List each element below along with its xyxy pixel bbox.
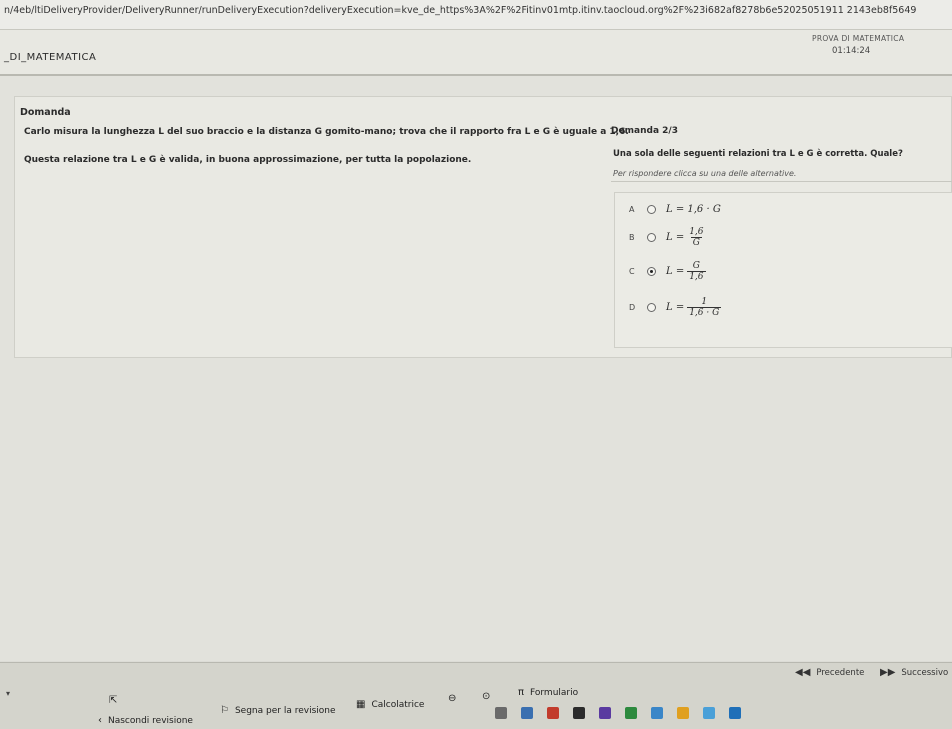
mark-review-button[interactable]: ⚐ Segna per la revisione xyxy=(220,705,336,716)
radio-button[interactable] xyxy=(647,204,656,214)
flag-icon: ⚐ xyxy=(220,705,229,716)
test-title: _DI_MATEMATICA xyxy=(4,52,97,63)
question-card: Domanda Carlo misura la lunghezza L del … xyxy=(14,96,952,358)
tray-app-icon[interactable] xyxy=(547,707,559,719)
denominator: G xyxy=(690,236,702,248)
url-text: n/4eb/ltiDeliveryProvider/DeliveryRunner… xyxy=(4,5,917,16)
zoom-out-icon: ⊖ xyxy=(448,693,457,704)
tray-app-icon[interactable] xyxy=(625,707,637,719)
address-bar[interactable]: n/4eb/ltiDeliveryProvider/DeliveryRunner… xyxy=(0,0,952,30)
calculator-label: Calcolatrice xyxy=(371,699,425,710)
option-formula-lhs: L = xyxy=(666,265,685,277)
tray-app-icon[interactable] xyxy=(677,707,689,719)
test-header: _DI_MATEMATICA PROVA DI MATEMATICA 01:14… xyxy=(0,30,952,76)
countdown-timer: 01:14:24 xyxy=(832,46,871,56)
option-c[interactable]: C L = G 1,6 xyxy=(629,260,706,282)
next-label: Successivo xyxy=(901,667,949,678)
question-number: Domanda 2/3 xyxy=(611,126,678,136)
tray-app-icon[interactable] xyxy=(651,707,663,719)
pi-icon: π xyxy=(518,687,525,698)
previous-button[interactable]: ◀◀ Precedente xyxy=(795,667,864,678)
numerator: 1,6 xyxy=(689,226,704,237)
option-b[interactable]: B L = 1,6 G xyxy=(629,227,706,248)
exam-label: PROVA DI MATEMATICA xyxy=(812,34,905,43)
next-arrow-icon: ▶▶ xyxy=(880,667,896,678)
prev-arrow-icon: ◀◀ xyxy=(795,667,811,678)
tray-app-icon[interactable] xyxy=(729,707,741,719)
option-letter: C xyxy=(629,266,635,276)
option-letter: A xyxy=(629,204,635,214)
fraction: G 1,6 xyxy=(687,260,706,282)
tray-app-icon[interactable] xyxy=(599,707,611,719)
calculator-icon: ▦ xyxy=(356,699,366,710)
numerator: G xyxy=(692,260,700,271)
main-content: Domanda Carlo misura la lunghezza L del … xyxy=(0,76,952,661)
option-formula-lhs: L = xyxy=(666,231,685,243)
radio-button[interactable] xyxy=(647,232,656,242)
answer-options: A L = 1,6 · G B L = 1,6 G C L = G 1,6 D … xyxy=(614,192,952,348)
zoom-in-button[interactable]: ⊙ xyxy=(482,691,490,702)
question-prompt: Una sola delle seguenti relazioni tra L … xyxy=(613,149,903,159)
hide-review-label: Nascondi revisione xyxy=(108,715,193,726)
tray-app-icon[interactable] xyxy=(573,707,585,719)
calculator-button[interactable]: ▦ Calcolatrice xyxy=(356,699,424,710)
fraction: 1,6 G xyxy=(687,227,705,248)
formulary-label: Formulario xyxy=(530,687,579,698)
answer-hint: Per rispondere clicca su una delle alter… xyxy=(613,169,797,178)
option-formula: L = 1,6 · G xyxy=(666,203,721,215)
chevron-left-icon: ‹ xyxy=(98,715,102,726)
next-button[interactable]: ▶▶ Successivo xyxy=(880,667,948,678)
divider xyxy=(611,181,952,182)
previous-label: Precedente xyxy=(816,667,865,678)
system-tray xyxy=(495,707,741,719)
denominator: 1,6 xyxy=(687,270,706,282)
option-d[interactable]: D L = 1 1,6 · G xyxy=(629,296,722,318)
question-stem-line2: Questa relazione tra L e G è valida, in … xyxy=(24,155,472,165)
denominator: 1,6 · G xyxy=(687,306,722,318)
tray-app-icon[interactable] xyxy=(495,707,507,719)
bottom-toolbar: ◀◀ Precedente ▶▶ Successivo ▾ ⇱ ‹ Nascon… xyxy=(0,662,952,729)
question-stem-line1: Carlo misura la lunghezza L del suo brac… xyxy=(24,127,629,137)
option-letter: B xyxy=(629,232,635,242)
zoom-out-button[interactable]: ⊖ xyxy=(448,693,456,704)
tray-app-icon[interactable] xyxy=(521,707,533,719)
option-letter: D xyxy=(629,302,636,312)
radio-button[interactable] xyxy=(647,302,656,312)
zoom-in-icon: ⊙ xyxy=(482,691,491,702)
tray-app-icon[interactable] xyxy=(703,707,715,719)
option-a[interactable]: A L = 1,6 · G xyxy=(629,199,721,219)
radio-button-selected[interactable] xyxy=(647,266,656,276)
option-formula-lhs: L = xyxy=(666,301,685,313)
pointer-cursor-icon: ⇱ xyxy=(109,695,118,706)
section-label: Domanda xyxy=(20,107,71,118)
numerator: 1 xyxy=(701,296,708,307)
chevron-down-icon[interactable]: ▾ xyxy=(6,689,10,698)
mark-review-label: Segna per la revisione xyxy=(234,705,336,716)
formulary-button[interactable]: π Formulario xyxy=(518,687,578,698)
fraction: 1 1,6 · G xyxy=(687,296,722,318)
hide-review-button[interactable]: ‹ Nascondi revisione xyxy=(98,715,193,726)
